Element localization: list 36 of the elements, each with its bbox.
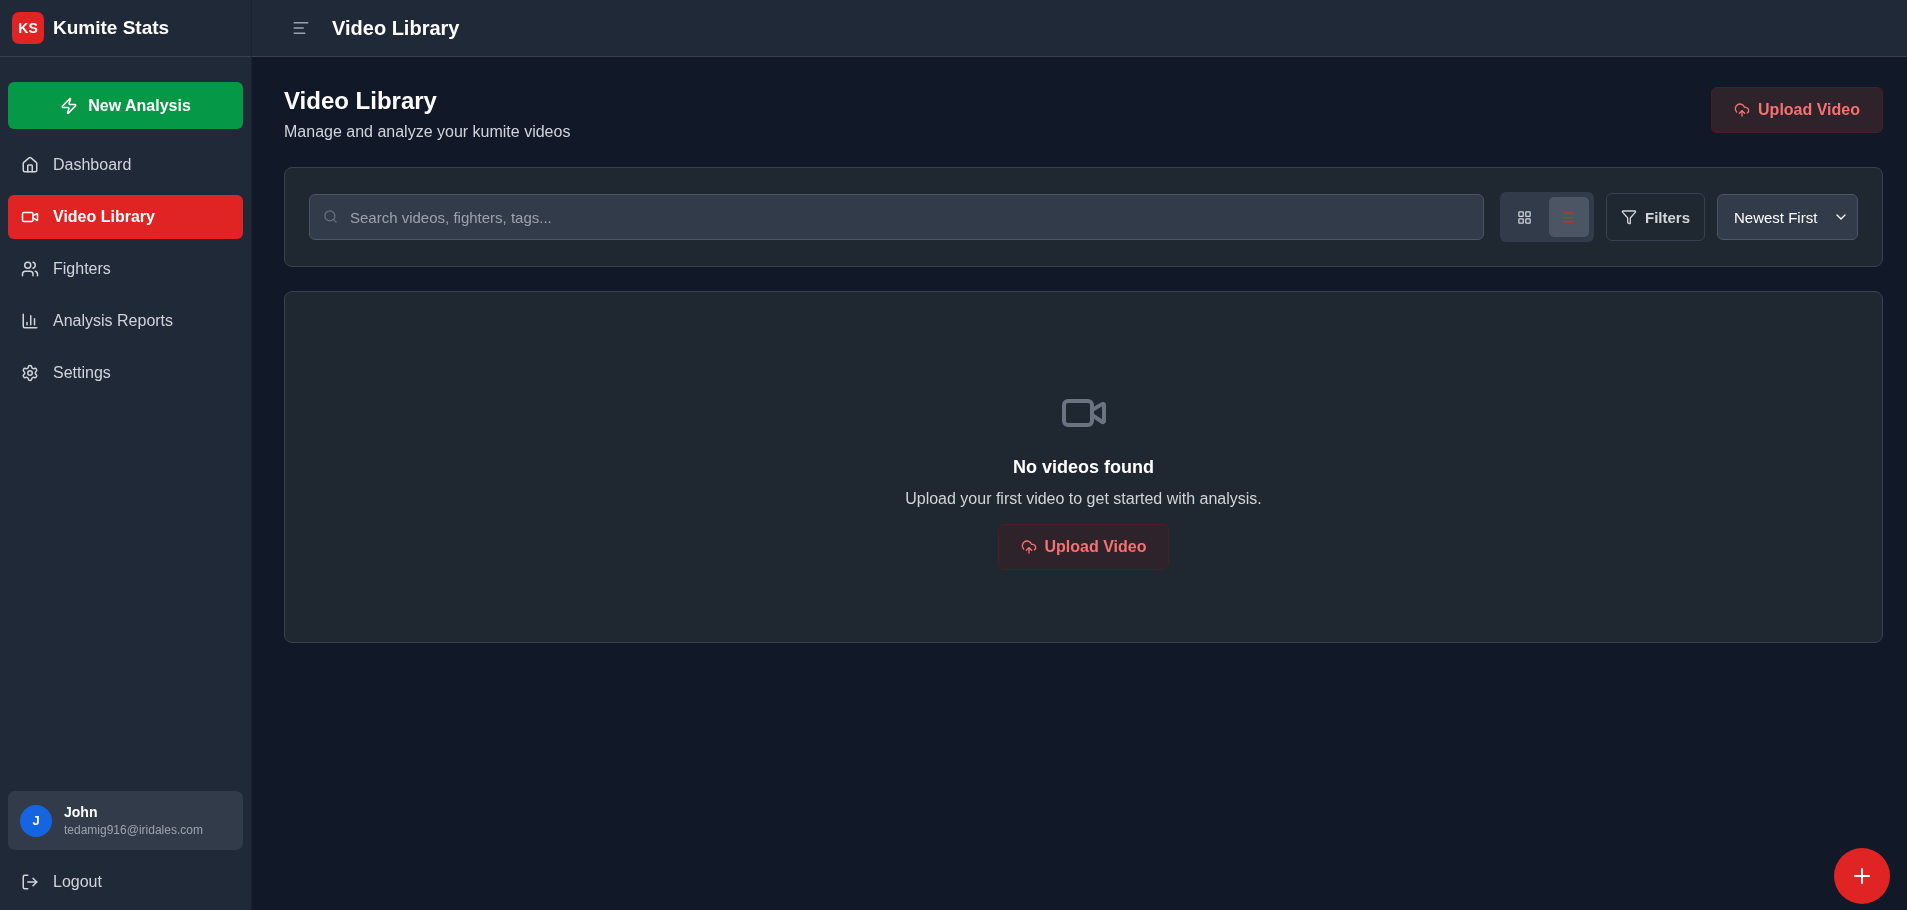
- app-name: Kumite Stats: [53, 17, 170, 39]
- sidebar-item[interactable]: Analysis Reports: [8, 299, 243, 343]
- app-logo: KS: [12, 12, 44, 44]
- upload-icon: [1734, 102, 1751, 118]
- menu-icon[interactable]: [292, 19, 310, 37]
- upload-icon: [1020, 538, 1037, 555]
- page-subtitle: Manage and analyze your kumite videos: [284, 123, 571, 141]
- add-button[interactable]: [1834, 848, 1890, 904]
- lightning-icon: [60, 96, 79, 115]
- upload-video-button[interactable]: Upload Video: [997, 523, 1170, 570]
- upload-video-button[interactable]: Upload Video: [1711, 87, 1883, 133]
- logout-button[interactable]: Logout: [8, 864, 243, 900]
- new-analysis-button[interactable]: New Analysis: [8, 82, 243, 129]
- filter-icon: [1621, 209, 1637, 225]
- search-field[interactable]: Search videos, fighters, tags...: [309, 194, 1484, 240]
- page-title: Video Library: [284, 87, 438, 115]
- sidebar-item[interactable]: Fighters: [8, 247, 243, 291]
- chart-icon: [21, 312, 39, 330]
- sort-select[interactable]: Newest First: [1717, 194, 1858, 240]
- home-icon: [21, 156, 39, 174]
- empty-message: Upload your first video to get started with analysis.: [905, 489, 1262, 508]
- sidebar-item[interactable]: Video Library: [8, 195, 243, 239]
- user-name: John: [64, 804, 99, 820]
- user-avatar: J: [20, 804, 52, 837]
- user-email: tedamig916@iridales.com: [64, 823, 203, 837]
- empty-title: No videos found: [1013, 456, 1154, 478]
- logout-icon: [21, 873, 39, 891]
- search-icon: [323, 209, 338, 224]
- sidebar-item[interactable]: Settings: [8, 351, 243, 395]
- lines-icon: [1561, 209, 1577, 225]
- sidebar-item[interactable]: Dashboard: [8, 143, 243, 187]
- header-title: Video Library: [332, 16, 460, 40]
- filters-button[interactable]: Filters: [1606, 193, 1705, 241]
- users-icon: [21, 260, 39, 278]
- settings-icon: [21, 364, 39, 382]
- grid-icon: [1517, 209, 1533, 225]
